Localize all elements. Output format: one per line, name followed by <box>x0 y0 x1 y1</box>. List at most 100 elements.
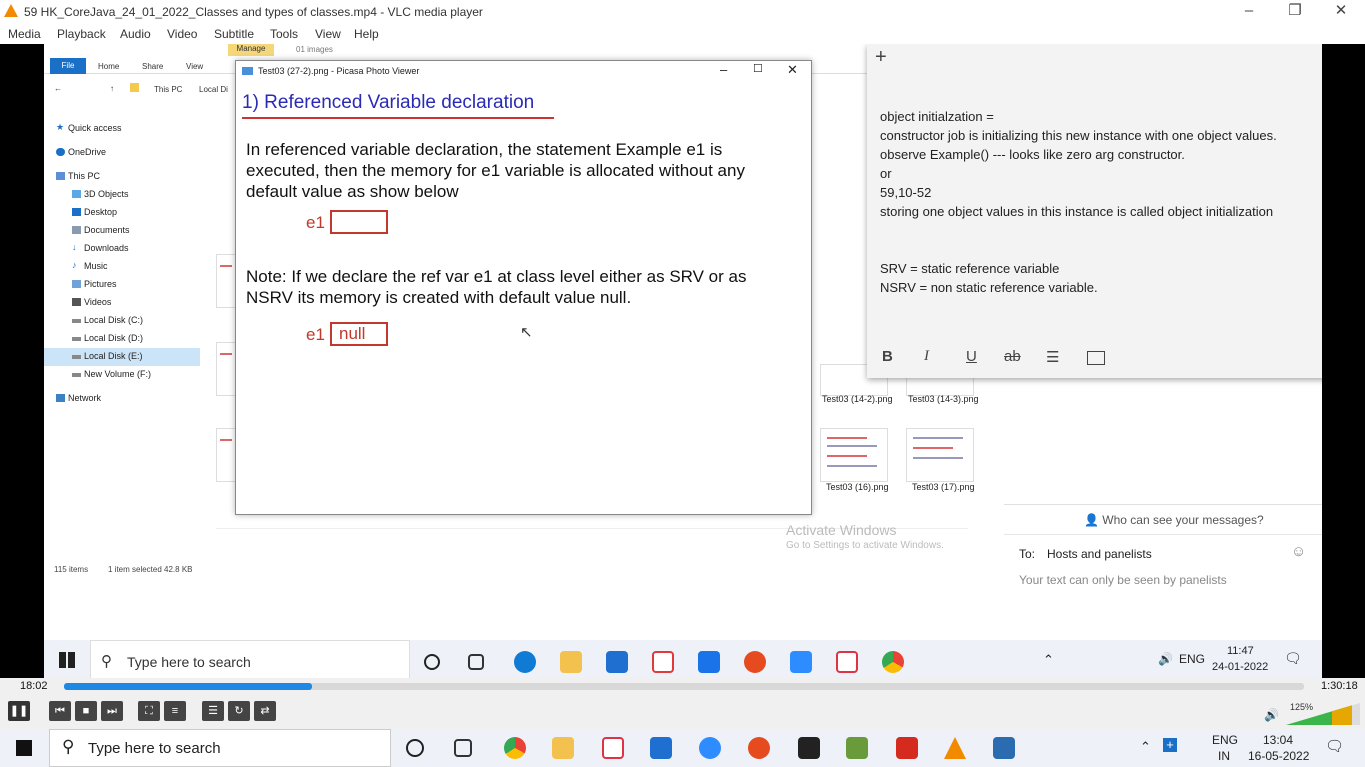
address-this-pc[interactable]: This PC <box>154 85 182 94</box>
underline-button[interactable]: U <box>966 348 977 365</box>
zoom-icon[interactable] <box>699 737 721 759</box>
snipping-icon[interactable] <box>836 651 858 673</box>
shuffle-button[interactable]: ⇄ <box>254 701 276 721</box>
recorded-search-box[interactable]: ⚲ Type here to search <box>90 640 410 678</box>
file-tab[interactable]: File <box>50 58 86 74</box>
menu-view[interactable]: View <box>315 27 341 41</box>
menu-tools[interactable]: Tools <box>270 27 298 41</box>
nav-local-disk-d[interactable]: Local Disk (D:) <box>72 333 143 343</box>
bold-button[interactable]: B <box>882 348 893 365</box>
add-icon[interactable]: + <box>1163 738 1177 752</box>
store-icon[interactable] <box>650 737 672 759</box>
menu-audio[interactable]: Audio <box>120 27 151 41</box>
address-local-disk[interactable]: Local Di <box>199 85 228 94</box>
clock-time[interactable]: 11:47 <box>1227 645 1254 657</box>
tray-chevron-icon[interactable]: ⌃ <box>1043 652 1054 668</box>
stop-button[interactable]: ■ <box>75 701 97 721</box>
restore-button[interactable]: ❐ <box>1284 2 1306 22</box>
strikethrough-button[interactable]: ab <box>1004 348 1021 365</box>
seek-bar[interactable] <box>64 683 1304 690</box>
image-icon[interactable] <box>1087 351 1105 365</box>
extended-settings-button[interactable]: ≡ <box>164 701 186 721</box>
task-view-icon[interactable] <box>468 654 484 670</box>
minimize-button[interactable]: – <box>1238 2 1260 22</box>
menu-playback[interactable]: Playback <box>57 27 106 41</box>
notification-icon[interactable]: 🗨 <box>1284 650 1302 667</box>
manage-tab[interactable]: Manage <box>228 44 274 56</box>
snipping-icon[interactable] <box>602 737 624 759</box>
chrome-icon[interactable] <box>504 737 526 759</box>
picasa-maximize[interactable]: ☐ <box>753 62 763 75</box>
tray-chevron-icon[interactable]: ⌃ <box>1140 739 1151 755</box>
add-note-icon[interactable]: + <box>875 46 887 69</box>
clock-time[interactable]: 13:04 <box>1263 733 1293 747</box>
nav-downloads[interactable]: ↓ Downloads <box>72 242 129 253</box>
menu-subtitle[interactable]: Subtitle <box>214 27 254 41</box>
picasa-close[interactable]: ✕ <box>787 62 798 78</box>
nav-documents[interactable]: Documents <box>72 225 130 235</box>
nav-local-disk-c[interactable]: Local Disk (C:) <box>72 315 143 325</box>
notification-icon[interactable]: 🗨 <box>1325 737 1344 755</box>
nav-new-volume-f[interactable]: New Volume (F:) <box>72 369 151 379</box>
fullscreen-button[interactable]: ⛶ <box>138 701 160 721</box>
file-explorer-icon[interactable] <box>552 737 574 759</box>
vlc-icon[interactable] <box>944 737 966 759</box>
tray-volume-icon[interactable]: 🔊 <box>1158 652 1173 666</box>
nav-pictures[interactable]: Pictures <box>72 279 117 289</box>
nav-network[interactable]: Network <box>56 393 101 403</box>
language-indicator[interactable]: ENG <box>1212 733 1238 747</box>
file-thumbnail[interactable] <box>216 254 236 308</box>
cortana-icon[interactable] <box>406 739 424 757</box>
to-recipient-dropdown[interactable]: Hosts and panelists <box>1047 547 1152 561</box>
chrome-icon[interactable] <box>882 651 904 673</box>
menu-video[interactable]: Video <box>167 27 197 41</box>
windows-start-icon[interactable] <box>16 740 32 756</box>
nav-3d-objects[interactable]: 3D Objects <box>72 189 129 199</box>
record-icon[interactable] <box>744 651 766 673</box>
file-thumbnail[interactable] <box>820 428 888 482</box>
notepad-icon[interactable] <box>846 737 868 759</box>
acrobat-icon[interactable] <box>896 737 918 759</box>
loop-button[interactable]: ↻ <box>228 701 250 721</box>
list-icon[interactable]: ☰ <box>1046 348 1059 366</box>
up-arrow-icon[interactable]: ↑ <box>110 84 114 93</box>
note-body[interactable]: object initialzation = constructor job i… <box>880 107 1277 297</box>
mail-icon[interactable] <box>698 651 720 673</box>
picasa-minimize[interactable]: – <box>720 62 727 77</box>
pause-button[interactable]: ❚❚ <box>8 701 30 721</box>
nav-desktop[interactable]: Desktop <box>72 207 117 217</box>
home-tab[interactable]: Home <box>98 62 119 71</box>
zoom-icon[interactable] <box>790 651 812 673</box>
clock-date[interactable]: 16-05-2022 <box>1248 749 1309 763</box>
file-explorer-icon[interactable] <box>560 651 582 673</box>
nav-quick-access[interactable]: ★ Quick access <box>56 122 122 133</box>
gift-icon[interactable] <box>652 651 674 673</box>
previous-button[interactable]: ⏮ <box>49 701 71 721</box>
nav-videos[interactable]: Videos <box>72 297 111 307</box>
windows-start-icon[interactable] <box>59 652 75 668</box>
back-arrow-icon[interactable]: ← <box>54 84 62 93</box>
chat-input[interactable]: Your text can only be seen by panelists <box>1019 573 1227 587</box>
who-can-see-link[interactable]: 👤 Who can see your messages? <box>1084 513 1264 527</box>
taskbar-search-box[interactable]: ⚲ Type here to search <box>49 729 391 767</box>
sticky-notes-icon[interactable] <box>798 737 820 759</box>
file-thumbnail[interactable] <box>216 342 236 396</box>
file-thumbnail[interactable] <box>216 428 236 482</box>
view-tab[interactable]: View <box>186 62 203 71</box>
nav-this-pc[interactable]: This PC <box>56 171 100 181</box>
close-button[interactable]: ✕ <box>1330 2 1352 22</box>
volume-slider[interactable] <box>1286 703 1360 725</box>
edge-icon[interactable] <box>514 651 536 673</box>
nav-onedrive[interactable]: OneDrive <box>56 147 106 157</box>
region-indicator[interactable]: IN <box>1218 749 1230 763</box>
speaker-icon[interactable]: 🔊 <box>1264 708 1279 722</box>
task-view-icon[interactable] <box>454 739 472 757</box>
italic-button[interactable]: I <box>924 348 929 365</box>
playlist-button[interactable]: ☰ <box>202 701 224 721</box>
nav-local-disk-e[interactable]: Local Disk (E:) <box>72 351 143 361</box>
video-area[interactable]: Manage 01 images File Home Share View ← … <box>0 44 1365 678</box>
cortana-icon[interactable] <box>424 654 440 670</box>
record-icon[interactable] <box>748 737 770 759</box>
emoji-icon[interactable]: ☺ <box>1291 543 1306 560</box>
photos-icon[interactable] <box>993 737 1015 759</box>
